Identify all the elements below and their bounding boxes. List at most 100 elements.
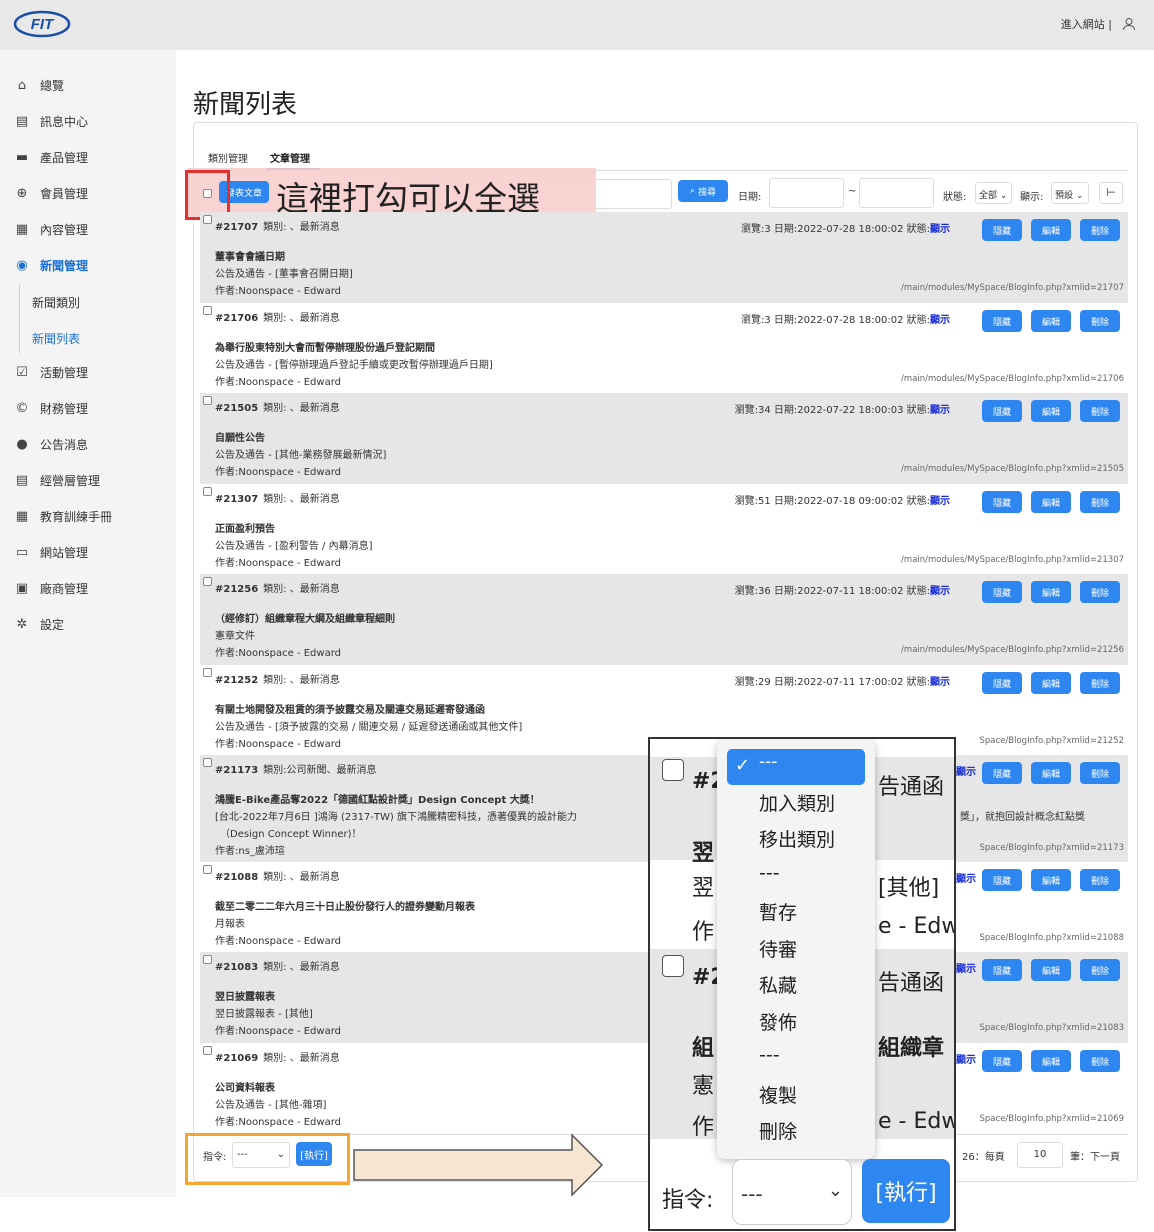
sidebar-item-12[interactable]: ▣ 廠商管理 [14,580,88,597]
row-edit-button[interactable]: 編輯 [1031,219,1071,241]
row-hide-button[interactable]: 隱藏 [982,310,1022,332]
row-title[interactable]: 正面盈利預告 [215,520,275,535]
row-hide-button[interactable]: 隱藏 [982,1050,1022,1072]
sidebar-item-10[interactable]: ▦ 教育訓練手冊 [14,508,112,525]
fit-logo[interactable]: FIT [12,8,72,40]
row-edit-button[interactable]: 編輯 [1031,310,1071,332]
dropdown-option[interactable]: --- [759,862,780,884]
pager-next-link[interactable]: 筆：下一頁 [1070,1148,1120,1163]
row-edit-button[interactable]: 編輯 [1031,762,1071,784]
row-delete-button[interactable]: 刪除 [1080,581,1120,603]
dropdown-option[interactable]: 刪除 [759,1117,797,1144]
row-checkbox[interactable] [203,306,212,315]
sidebar-item-3[interactable]: ⊕ 會員管理 [14,185,88,202]
row-delete-button[interactable]: 刪除 [1080,310,1120,332]
sidebar-item-9[interactable]: ▤ 經營層管理 [14,472,100,489]
row-hide-button[interactable]: 隱藏 [982,762,1022,784]
zoom-row-checkbox[interactable] [662,759,684,781]
row-edit-button[interactable]: 編輯 [1031,581,1071,603]
row-hide-button[interactable]: 隱藏 [982,672,1022,694]
dropdown-option[interactable]: 移出類別 [759,825,835,852]
user-icon[interactable] [1122,17,1136,31]
dropdown-option[interactable]: 加入類別 [759,789,835,816]
per-page-input[interactable]: 10 [1017,1142,1063,1168]
row-hide-button[interactable]: 隱藏 [982,581,1022,603]
enter-site-link[interactable]: 進入網站 | [1061,16,1136,32]
dropdown-option[interactable]: --- [759,1044,780,1066]
row-title[interactable]: 翌日披露報表 [215,988,275,1003]
row-hide-button[interactable]: 隱藏 [982,959,1022,981]
row-edit-button[interactable]: 編輯 [1031,1050,1071,1072]
row-edit-button[interactable]: 編輯 [1031,959,1071,981]
column-toggle-icon[interactable]: ⊢ [1099,182,1123,204]
row-edit-button[interactable]: 編輯 [1031,672,1071,694]
date-end-input[interactable] [859,178,934,208]
dropdown-option[interactable]: 複製 [759,1081,797,1108]
zoom-row-checkbox[interactable] [662,955,684,977]
sidebar-item-0[interactable]: ⌂ 總覽 [14,77,64,94]
row-checkbox[interactable] [203,955,212,964]
sidebar-item-1[interactable]: ▤ 訊息中心 [14,113,88,130]
row-edit-button[interactable]: 編輯 [1031,869,1071,891]
row-title[interactable]: 鴻騰E-Bike產品奪2022「德國紅點設計獎」Design Concept 大… [215,791,540,806]
row-hide-button[interactable]: 隱藏 [982,491,1022,513]
row-category: 類別: 、最新消息 [263,675,340,686]
row-title[interactable]: 截至二零二二年六月三十日止股份發行人的證券變動月報表 [215,898,475,913]
row-delete-button[interactable]: 刪除 [1080,762,1120,784]
row-delete-button[interactable]: 刪除 [1080,491,1120,513]
date-start-input[interactable] [769,178,844,208]
dropdown-option[interactable]: 發佈 [759,1008,797,1035]
row-title[interactable]: 自願性公告 [215,429,265,444]
row-delete-button[interactable]: 刪除 [1080,672,1120,694]
row-title[interactable]: 有關土地開發及租賃的須予披露交易及關連交易延遲寄發通函 [215,701,485,716]
row-title[interactable]: 董事會會議日期 [215,248,285,263]
row-edit-button[interactable]: 編輯 [1031,491,1071,513]
sidebar-item-11[interactable]: ▭ 網站管理 [14,544,88,561]
row-delete-button[interactable]: 刪除 [1080,869,1120,891]
row-checkbox[interactable] [203,668,212,677]
enter-site-label[interactable]: 進入網站 | [1061,16,1112,32]
subnav-news-category[interactable]: 新聞類別 [32,294,80,311]
sidebar-item-6[interactable]: ☑ 活動管理 [14,364,88,381]
row-delete-button[interactable]: 刪除 [1080,400,1120,422]
tab-category[interactable]: 類別管理 [208,150,248,165]
sidebar-item-7[interactable]: © 財務管理 [14,400,89,417]
dropdown-option[interactable]: 待審 [759,935,797,962]
row-checkbox[interactable] [203,396,212,405]
row-title[interactable]: （經修訂）組織章程大綱及組織章程細則 [215,610,395,625]
row-title[interactable]: 為舉行股東特別大會而暫停辦理股份過戶登記期間 [215,339,435,354]
dropdown-option[interactable]: --- [759,752,777,772]
row-title[interactable]: 公司資料報表 [215,1079,275,1094]
sidebar-item-5[interactable]: ◉ 新聞管理 [14,257,88,274]
sidebar-item-13[interactable]: ✲ 設定 [14,616,64,633]
row-meta: 瀏覽:3 日期:2022-07-28 18:00:02 狀態:顯示 [741,311,950,326]
row-checkbox[interactable] [203,865,212,874]
row-checkbox[interactable] [203,215,212,224]
row-checkbox[interactable] [203,577,212,586]
row-hide-button[interactable]: 隱藏 [982,219,1022,241]
row-hide-button[interactable]: 隱藏 [982,400,1022,422]
row-edit-button[interactable]: 編輯 [1031,400,1071,422]
row-checkbox[interactable] [203,487,212,496]
sidebar-item-8[interactable]: ● 公告消息 [14,436,88,453]
dropdown-option[interactable]: 暫存 [759,898,797,925]
row-delete-button[interactable]: 刪除 [1080,1050,1120,1072]
row-delete-button[interactable]: 刪除 [1080,219,1120,241]
row-checkbox[interactable] [203,758,212,767]
tab-articles[interactable]: 文章管理 [270,150,310,165]
zoom-execute-button[interactable]: [執行] [862,1159,950,1223]
row-checkbox[interactable] [203,1046,212,1055]
subnav-line [19,285,20,353]
sidebar-item-4[interactable]: ▦ 內容管理 [14,221,88,238]
sidebar-item-2[interactable]: ▬ 產品管理 [14,149,88,166]
row-hide-button[interactable]: 隱藏 [982,869,1022,891]
status-select[interactable]: 全部 ⌄ [975,182,1012,204]
row-delete-button[interactable]: 刪除 [1080,959,1120,981]
dropdown-option[interactable]: 私藏 [759,971,797,998]
search-button[interactable]: ⌕ 搜尋 [678,180,728,202]
display-select[interactable]: 預設 ⌄ [1051,182,1089,204]
row-subtitle: 公告及通告 - [暫停辦理過戶登記手續或更改暫停辦理過戶日期] [215,360,493,371]
subnav-news-list[interactable]: 新聞列表 [32,330,80,347]
zoom-command-select[interactable]: --- ⌄ [732,1159,852,1225]
command-dropdown-menu[interactable]: ✓ --- 加入類別 移出類別 --- 暫存 待審 私藏 發佈 --- 複製 刪除 [717,739,875,1159]
